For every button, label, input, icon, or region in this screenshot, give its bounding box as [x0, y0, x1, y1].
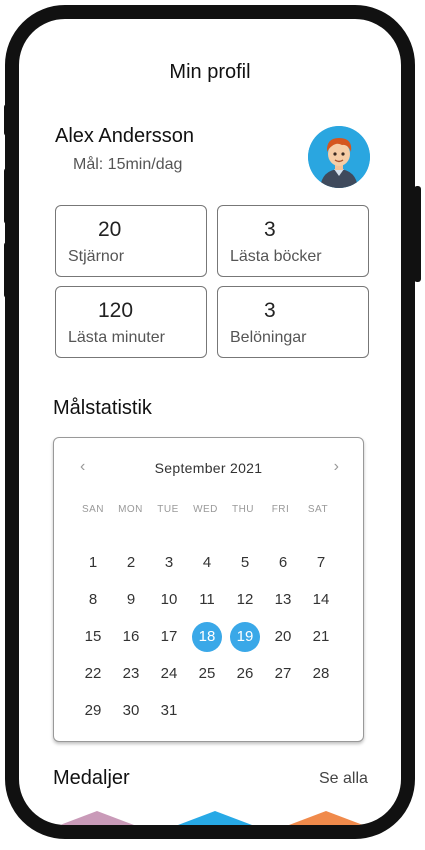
calendar-week-2: 8 9 10 11 12 13 14 [74, 585, 344, 615]
calendar-day[interactable]: 23 [116, 659, 146, 689]
calendar-day[interactable]: 25 [192, 659, 222, 689]
stat-label: Lästa minuter [68, 329, 165, 346]
phone-frame: Min profil Alex Andersson Mål: 15min/dag… [5, 5, 415, 839]
calendar-day[interactable]: 27 [268, 659, 298, 689]
avatar-illustration [308, 126, 370, 188]
medal-icon-3[interactable] [289, 811, 363, 839]
calendar-day[interactable]: 7 [306, 548, 336, 578]
calendar-weekday-row: SAN MON TUE WED THU FRI SAT [74, 504, 344, 515]
calendar-day[interactable]: 30 [116, 696, 146, 726]
calendar-day[interactable]: 3 [154, 548, 184, 578]
calendar-day[interactable]: 5 [230, 548, 260, 578]
weekday-label: WED [193, 504, 218, 515]
weekday-label: SAT [307, 504, 329, 515]
calendar: ‹ September 2021 › SAN MON TUE WED THU F… [53, 437, 364, 742]
profile-screen: Min profil Alex Andersson Mål: 15min/dag… [19, 19, 401, 825]
user-goal: Mål: 15min/dag [73, 156, 183, 173]
user-name: Alex Andersson [55, 125, 194, 147]
goal-stats-title: Målstatistik [53, 397, 152, 419]
calendar-day[interactable]: 20 [268, 622, 298, 652]
calendar-day[interactable]: 13 [268, 585, 298, 615]
calendar-week-4: 22 23 24 25 26 27 28 [74, 659, 344, 689]
stat-card-books[interactable]: 3 Lästa böcker [217, 205, 369, 277]
calendar-day[interactable]: 2 [116, 548, 146, 578]
weekday-label: TUE [157, 504, 179, 515]
calendar-day[interactable]: 11 [192, 585, 222, 615]
weekday-label: THU [231, 504, 255, 515]
medal-icon-2[interactable] [178, 811, 252, 839]
calendar-day[interactable]: 14 [306, 585, 336, 615]
calendar-day[interactable]: 1 [78, 548, 108, 578]
stat-value: 20 [98, 218, 122, 241]
calendar-day[interactable]: 15 [78, 622, 108, 652]
calendar-day[interactable]: 9 [116, 585, 146, 615]
weekday-label: MON [118, 504, 143, 515]
stat-card-minutes[interactable]: 120 Lästa minuter [55, 286, 207, 358]
medal-icon-1[interactable] [60, 811, 134, 839]
calendar-day[interactable]: 26 [230, 659, 260, 689]
calendar-day[interactable]: 31 [154, 696, 184, 726]
stat-value: 120 [98, 299, 134, 322]
calendar-day[interactable]: 22 [78, 659, 108, 689]
stat-value: 3 [264, 299, 276, 322]
weekday-label: SAN [81, 504, 105, 515]
stat-label: Lästa böcker [230, 248, 322, 265]
avatar[interactable] [308, 126, 370, 188]
calendar-day[interactable]: 29 [78, 696, 108, 726]
calendar-month-label: September 2021 [154, 460, 263, 476]
calendar-day[interactable]: 6 [268, 548, 298, 578]
medals-title: Medaljer [53, 767, 130, 789]
calendar-day[interactable]: 16 [116, 622, 146, 652]
stat-card-stars[interactable]: 20 Stjärnor [55, 205, 207, 277]
see-all-link[interactable]: Se alla [319, 770, 368, 788]
calendar-day[interactable]: 12 [230, 585, 260, 615]
calendar-next-icon[interactable]: › [334, 458, 339, 476]
stat-label: Stjärnor [68, 248, 125, 265]
calendar-week-1: 1 2 3 4 5 6 7 [74, 548, 344, 578]
calendar-day-selected[interactable]: 19 [230, 622, 260, 652]
calendar-day[interactable]: 28 [306, 659, 336, 689]
calendar-day[interactable]: 17 [154, 622, 184, 652]
calendar-week-5: 29 30 31 [74, 696, 344, 726]
calendar-week-3: 15 16 17 18 19 20 21 [74, 622, 344, 652]
stat-value: 3 [264, 218, 276, 241]
stat-label: Belöningar [230, 329, 307, 346]
weekday-label: FRI [271, 504, 290, 515]
calendar-day[interactable]: 8 [78, 585, 108, 615]
calendar-day-selected[interactable]: 18 [192, 622, 222, 652]
calendar-day[interactable]: 21 [306, 622, 336, 652]
page-title: Min profil [169, 61, 251, 83]
calendar-day[interactable]: 10 [154, 585, 184, 615]
power-button [414, 186, 421, 282]
stat-card-rewards[interactable]: 3 Belöningar [217, 286, 369, 358]
calendar-day[interactable]: 4 [192, 548, 222, 578]
calendar-day[interactable]: 24 [154, 659, 184, 689]
